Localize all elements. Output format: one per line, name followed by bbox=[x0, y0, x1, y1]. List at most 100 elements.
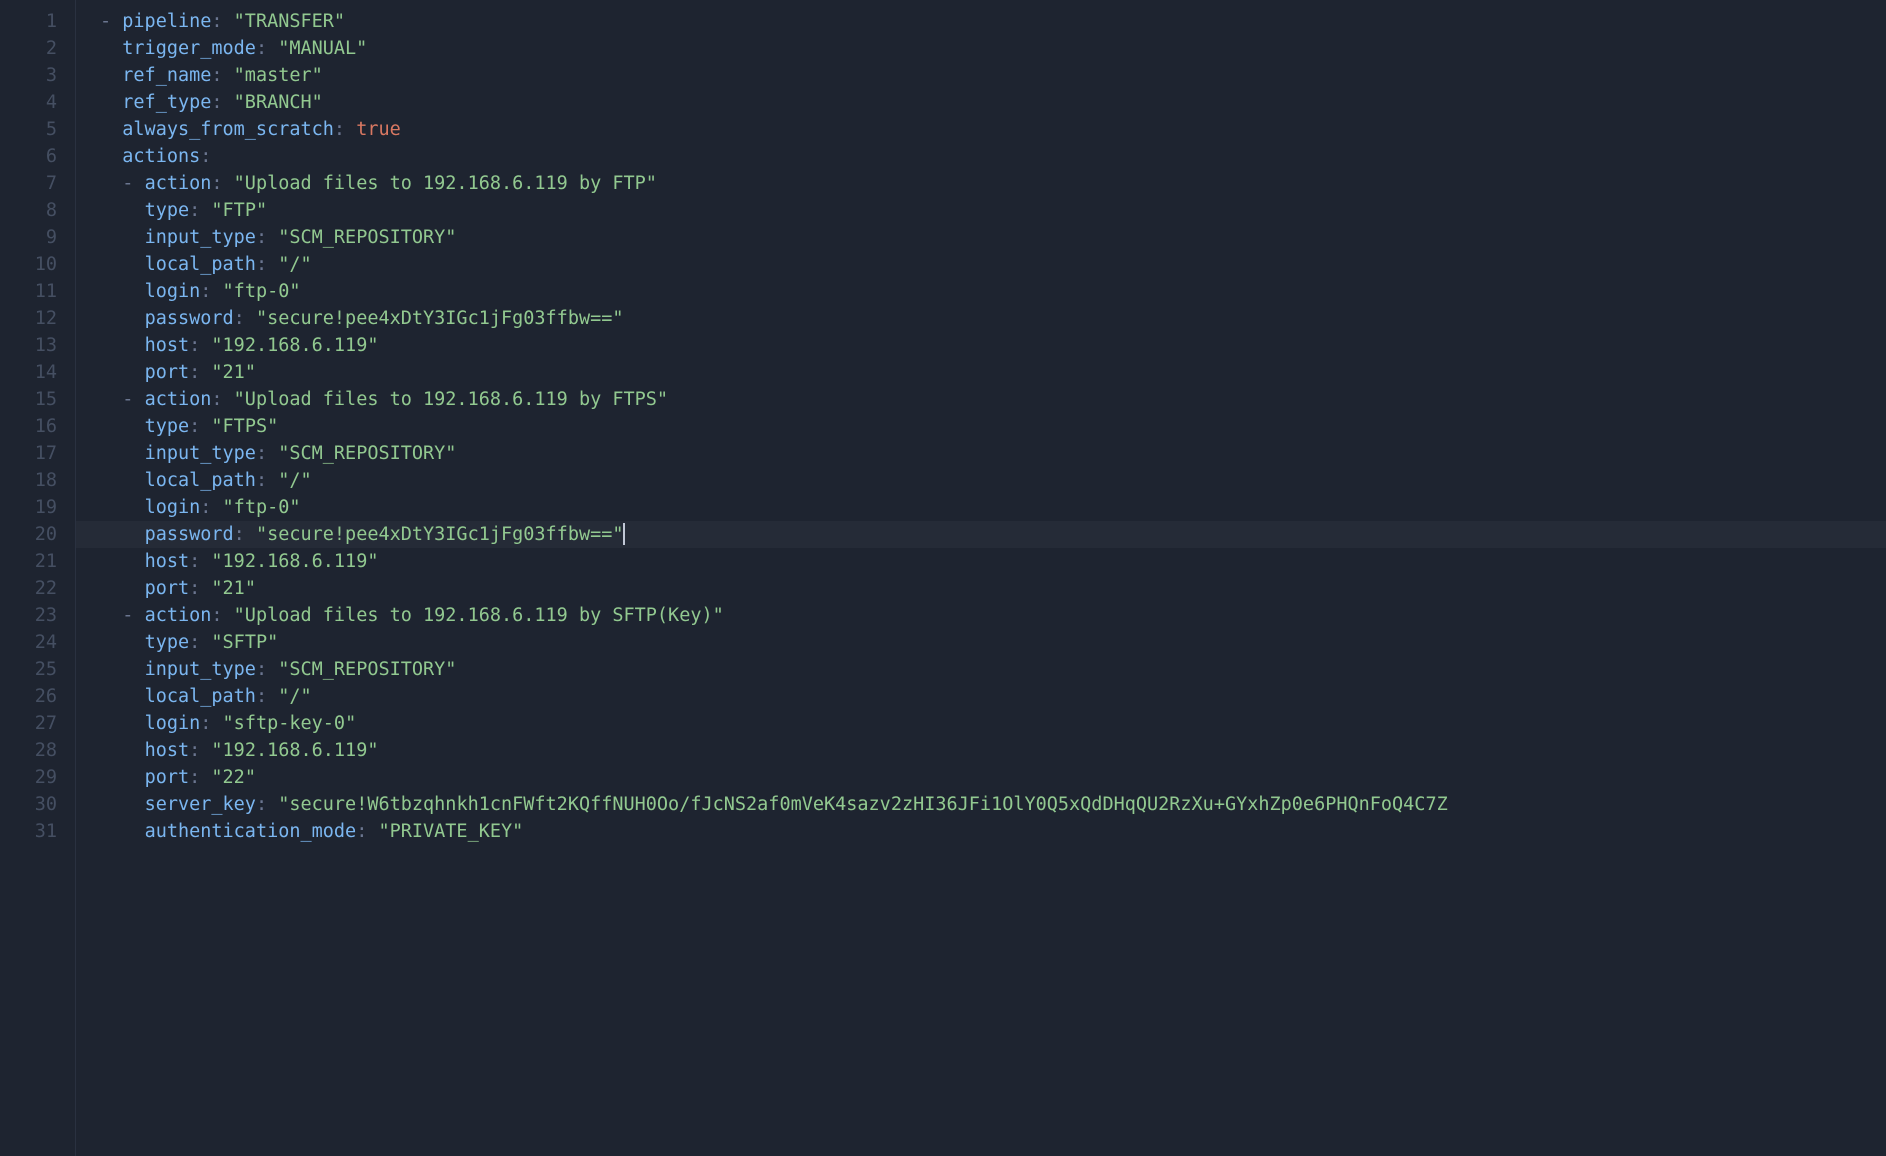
yaml-key: input_type bbox=[145, 227, 256, 248]
code-line[interactable]: login: "sftp-key-0" bbox=[100, 710, 1886, 737]
yaml-value: "FTP" bbox=[211, 200, 267, 221]
yaml-value: "SCM_REPOSITORY" bbox=[278, 443, 456, 464]
yaml-key: local_path bbox=[145, 254, 256, 275]
yaml-key: password bbox=[145, 524, 234, 545]
code-line[interactable]: input_type: "SCM_REPOSITORY" bbox=[100, 440, 1886, 467]
yaml-colon: : bbox=[189, 551, 200, 572]
yaml-key: input_type bbox=[145, 443, 256, 464]
code-line[interactable]: local_path: "/" bbox=[100, 251, 1886, 278]
line-number: 10 bbox=[0, 251, 57, 278]
code-line[interactable]: input_type: "SCM_REPOSITORY" bbox=[100, 656, 1886, 683]
yaml-key: host bbox=[145, 740, 190, 761]
yaml-colon: : bbox=[189, 416, 200, 437]
code-line[interactable]: local_path: "/" bbox=[100, 467, 1886, 494]
line-number: 19 bbox=[0, 494, 57, 521]
yaml-key: always_from_scratch bbox=[122, 119, 334, 140]
yaml-key: input_type bbox=[145, 659, 256, 680]
yaml-value: "192.168.6.119" bbox=[211, 740, 378, 761]
yaml-key: local_path bbox=[145, 470, 256, 491]
code-line[interactable]: type: "FTPS" bbox=[100, 413, 1886, 440]
code-line[interactable]: always_from_scratch: true bbox=[100, 116, 1886, 143]
yaml-colon: : bbox=[211, 605, 222, 626]
yaml-colon: : bbox=[256, 227, 267, 248]
code-line[interactable]: password: "secure!pee4xDtY3IGc1jFg03ffbw… bbox=[100, 305, 1886, 332]
yaml-value: "Upload files to 192.168.6.119 by SFTP(K… bbox=[234, 605, 724, 626]
yaml-value: "ftp-0" bbox=[223, 281, 301, 302]
yaml-colon: : bbox=[211, 65, 222, 86]
yaml-colon: : bbox=[334, 119, 345, 140]
code-line[interactable]: trigger_mode: "MANUAL" bbox=[100, 35, 1886, 62]
code-line[interactable]: port: "21" bbox=[100, 359, 1886, 386]
code-line[interactable]: actions: bbox=[100, 143, 1886, 170]
yaml-colon: : bbox=[211, 92, 222, 113]
code-line[interactable]: type: "FTP" bbox=[100, 197, 1886, 224]
code-line[interactable]: - action: "Upload files to 192.168.6.119… bbox=[100, 170, 1886, 197]
yaml-colon: : bbox=[200, 146, 211, 167]
text-cursor bbox=[623, 523, 625, 545]
yaml-key: ref_type bbox=[122, 92, 211, 113]
code-line[interactable]: host: "192.168.6.119" bbox=[100, 548, 1886, 575]
yaml-value: "22" bbox=[211, 767, 256, 788]
line-number: 14 bbox=[0, 359, 57, 386]
yaml-colon: : bbox=[256, 659, 267, 680]
code-line[interactable]: port: "22" bbox=[100, 764, 1886, 791]
yaml-key: local_path bbox=[145, 686, 256, 707]
line-number: 21 bbox=[0, 548, 57, 575]
yaml-colon: : bbox=[189, 767, 200, 788]
yaml-key: password bbox=[145, 308, 234, 329]
code-line[interactable]: host: "192.168.6.119" bbox=[100, 737, 1886, 764]
yaml-colon: : bbox=[189, 632, 200, 653]
code-line[interactable]: host: "192.168.6.119" bbox=[100, 332, 1886, 359]
code-editor[interactable]: 1234567891011121314151617181920212223242… bbox=[0, 0, 1886, 1156]
line-number: 27 bbox=[0, 710, 57, 737]
line-number: 24 bbox=[0, 629, 57, 656]
code-line[interactable]: port: "21" bbox=[100, 575, 1886, 602]
yaml-colon: : bbox=[189, 578, 200, 599]
line-number: 2 bbox=[0, 35, 57, 62]
line-number: 8 bbox=[0, 197, 57, 224]
code-line[interactable]: login: "ftp-0" bbox=[100, 278, 1886, 305]
line-number: 18 bbox=[0, 467, 57, 494]
code-line[interactable]: - action: "Upload files to 192.168.6.119… bbox=[100, 602, 1886, 629]
code-area[interactable]: - pipeline: "TRANSFER" trigger_mode: "MA… bbox=[76, 0, 1886, 1156]
code-line[interactable]: type: "SFTP" bbox=[100, 629, 1886, 656]
yaml-colon: : bbox=[200, 281, 211, 302]
yaml-colon: : bbox=[234, 524, 245, 545]
yaml-value: "MANUAL" bbox=[278, 38, 367, 59]
line-number: 29 bbox=[0, 764, 57, 791]
yaml-value: "192.168.6.119" bbox=[211, 335, 378, 356]
line-number: 30 bbox=[0, 791, 57, 818]
yaml-dash: - bbox=[122, 389, 144, 410]
line-number: 11 bbox=[0, 278, 57, 305]
yaml-colon: : bbox=[256, 470, 267, 491]
code-line[interactable]: ref_type: "BRANCH" bbox=[100, 89, 1886, 116]
yaml-colon: : bbox=[200, 713, 211, 734]
yaml-value: "FTPS" bbox=[211, 416, 278, 437]
code-line[interactable]: login: "ftp-0" bbox=[100, 494, 1886, 521]
line-number: 3 bbox=[0, 62, 57, 89]
yaml-key: action bbox=[145, 389, 212, 410]
yaml-key: action bbox=[145, 605, 212, 626]
code-line[interactable]: ref_name: "master" bbox=[100, 62, 1886, 89]
code-line[interactable]: authentication_mode: "PRIVATE_KEY" bbox=[100, 818, 1886, 845]
code-line[interactable]: input_type: "SCM_REPOSITORY" bbox=[100, 224, 1886, 251]
yaml-key: ref_name bbox=[122, 65, 211, 86]
yaml-colon: : bbox=[189, 200, 200, 221]
yaml-key: actions bbox=[122, 146, 200, 167]
yaml-colon: : bbox=[211, 389, 222, 410]
yaml-key: type bbox=[145, 416, 190, 437]
yaml-colon: : bbox=[256, 686, 267, 707]
code-line[interactable]: - action: "Upload files to 192.168.6.119… bbox=[100, 386, 1886, 413]
code-line[interactable]: password: "secure!pee4xDtY3IGc1jFg03ffbw… bbox=[76, 521, 1886, 548]
yaml-value: "secure!pee4xDtY3IGc1jFg03ffbw==" bbox=[256, 524, 624, 545]
yaml-value: "ftp-0" bbox=[223, 497, 301, 518]
yaml-key: port bbox=[145, 578, 190, 599]
code-line[interactable]: local_path: "/" bbox=[100, 683, 1886, 710]
code-line[interactable]: server_key: "secure!W6tbzqhnkh1cnFWft2KQ… bbox=[100, 791, 1886, 818]
code-line[interactable]: - pipeline: "TRANSFER" bbox=[100, 8, 1886, 35]
yaml-value: "Upload files to 192.168.6.119 by FTPS" bbox=[234, 389, 668, 410]
yaml-value: "192.168.6.119" bbox=[211, 551, 378, 572]
yaml-colon: : bbox=[234, 308, 245, 329]
yaml-value: "SCM_REPOSITORY" bbox=[278, 227, 456, 248]
line-number: 1 bbox=[0, 8, 57, 35]
